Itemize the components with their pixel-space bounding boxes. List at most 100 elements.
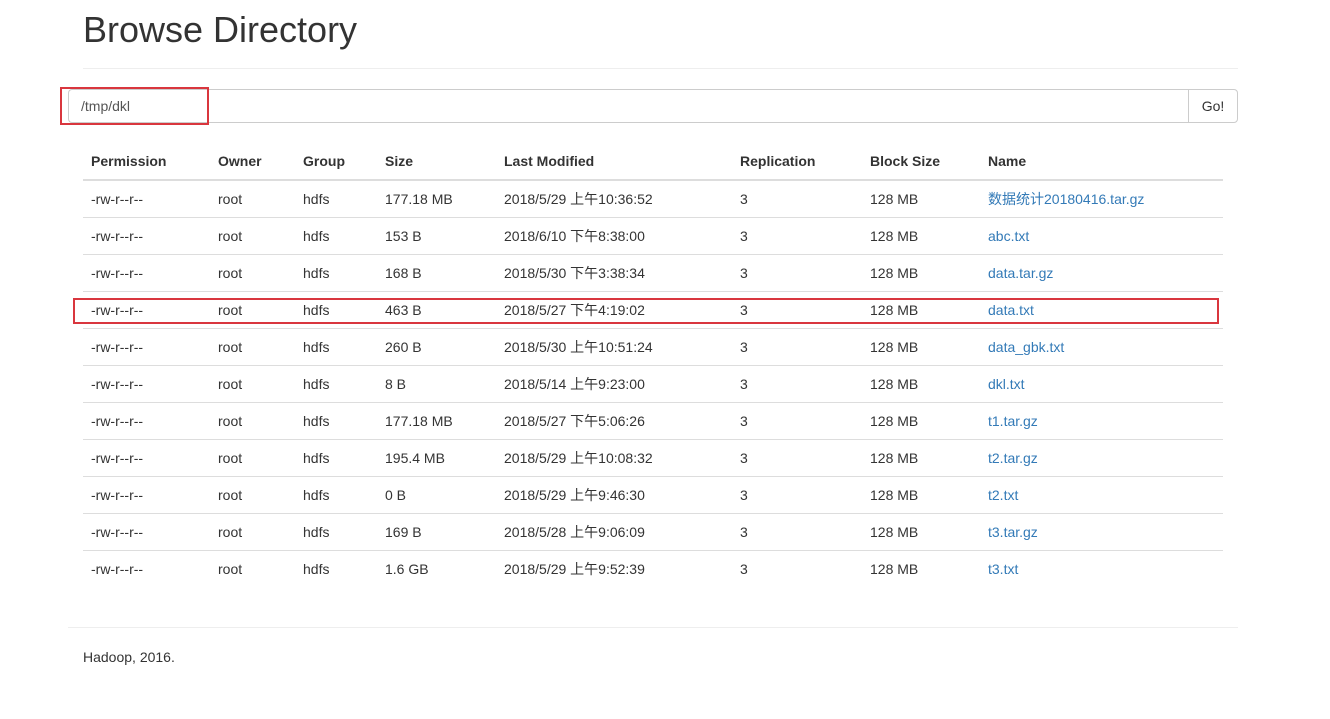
file-name-link[interactable]: data.tar.gz: [988, 265, 1053, 281]
table-row: -rw-r--r-- root hdfs 1.6 GB 2018/5/29 上午9:52…: [83, 550, 1223, 587]
table-row: -rw-r--r-- root hdfs 153 B 2018/6/10 下午8:38:…: [83, 217, 1223, 255]
cell-owner: root: [210, 254, 295, 292]
cell-group: hdfs: [295, 254, 377, 292]
table-row: -rw-r--r-- root hdfs 8 B 2018/5/14 上午9:23:00…: [83, 365, 1223, 403]
cell-last-modified: 2018/5/27 下午4:19:02: [496, 291, 732, 329]
table-row: -rw-r--r-- root hdfs 168 B 2018/5/30 下午3:38:…: [83, 254, 1223, 292]
header-last-modified[interactable]: Last Modified: [496, 142, 732, 181]
cell-owner: root: [210, 217, 295, 255]
header-group[interactable]: Group: [295, 142, 377, 181]
path-input[interactable]: [68, 89, 1188, 123]
cell-permission: -rw-r--r--: [83, 550, 210, 587]
cell-name: data_gbk.txt: [980, 328, 1223, 366]
cell-group: hdfs: [295, 476, 377, 514]
cell-last-modified: 2018/6/10 下午8:38:00: [496, 217, 732, 255]
page-title: Browse Directory: [83, 9, 358, 50]
cell-name: data.txt: [980, 291, 1223, 329]
cell-name: dkl.txt: [980, 365, 1223, 403]
cell-owner: root: [210, 439, 295, 477]
cell-permission: -rw-r--r--: [83, 476, 210, 514]
file-name-link[interactable]: t3.txt: [988, 561, 1018, 577]
header-size[interactable]: Size: [377, 142, 496, 181]
cell-last-modified: 2018/5/28 上午9:06:09: [496, 513, 732, 551]
cell-group: hdfs: [295, 550, 377, 587]
cell-owner: root: [210, 513, 295, 551]
header-block-size[interactable]: Block Size: [862, 142, 980, 181]
go-button[interactable]: Go!: [1188, 89, 1238, 123]
cell-last-modified: 2018/5/29 上午10:36:52: [504, 191, 653, 207]
cell-name: t1.tar.gz: [980, 402, 1223, 440]
cell-last-modified: 2018/5/14 上午9:23:00: [496, 365, 732, 403]
title-divider: [83, 68, 1238, 69]
table-row: -rw-r--r-- root hdfs 260 B 2018/5/30 上午10:51…: [83, 328, 1223, 366]
cell-block-size: 128 MB: [862, 439, 980, 477]
cell-owner: root: [210, 291, 295, 329]
cell-last-modified: 2018/5/29 上午9:46:30: [496, 476, 732, 514]
table-row: -rw-r--r-- root hdfs 463 B 2018/5/27 下午4:19:…: [83, 291, 1223, 329]
cell-size: 177.18 MB: [377, 402, 496, 440]
file-name-link[interactable]: t3.tar.gz: [988, 524, 1038, 540]
cell-replication: 3: [732, 550, 862, 587]
footer-text: Hadoop, 2016.: [83, 649, 175, 665]
cell-size: 8 B: [377, 365, 496, 403]
cell-size: 169 B: [377, 513, 496, 551]
file-name-link[interactable]: 数据统计20180416.tar.gz: [988, 191, 1144, 207]
cell-replication: 3: [732, 365, 862, 403]
table-header-row: Permission Owner Group Size Last Modifie…: [83, 142, 1223, 181]
header-name[interactable]: Name: [980, 142, 1223, 181]
cell-permission: -rw-r--r--: [83, 217, 210, 255]
cell-owner: root: [210, 365, 295, 403]
cell-replication: 3: [732, 439, 862, 477]
cell-last-modified: 2018/5/27 下午5:06:26: [496, 402, 732, 440]
table-row: -rw-r--r-- root hdfs 0 B 2018/5/29 上午9:46:30…: [83, 476, 1223, 514]
cell-owner: root: [210, 476, 295, 514]
cell-block-size: 128 MB: [862, 291, 980, 329]
cell-last-modified: 2018/5/29 上午9:52:39: [496, 550, 732, 587]
cell-name: t3.tar.gz: [980, 513, 1223, 551]
cell-size: 1.6 GB: [377, 550, 496, 587]
header-replication[interactable]: Replication: [732, 142, 862, 181]
file-name-link[interactable]: dkl.txt: [988, 376, 1025, 392]
cell-group: hdfs: [295, 402, 377, 440]
directory-table: Permission Owner Group Size Last Modifie…: [83, 142, 1223, 587]
cell-owner: root: [210, 402, 295, 440]
file-name-link[interactable]: data.txt: [988, 302, 1034, 318]
header-permission[interactable]: Permission: [83, 142, 210, 181]
cell-block-size: 128 MB: [862, 476, 980, 514]
cell-size: 0 B: [377, 476, 496, 514]
cell-block-size: 128 MB: [862, 550, 980, 587]
file-name-link[interactable]: t2.txt: [988, 487, 1018, 503]
cell-block-size: 128 MB: [862, 365, 980, 403]
cell-block-size: 128 MB: [862, 254, 980, 292]
cell-replication: 3: [732, 402, 862, 440]
cell-group: hdfs: [295, 217, 377, 255]
cell-block-size: 128 MB: [862, 328, 980, 366]
table-row: -rw-r--r-- root hdfs 177.18 MB 2018/5/27 下午5…: [83, 402, 1223, 440]
cell-permission: -rw-r--r--: [83, 254, 210, 292]
cell-size: 195.4 MB: [377, 439, 496, 477]
cell-permission: -rw-r--r--: [83, 439, 210, 477]
file-name-link[interactable]: t2.tar.gz: [988, 450, 1038, 466]
cell-block-size: 128 MB: [862, 402, 980, 440]
cell-name: abc.txt: [980, 217, 1223, 255]
cell-block-size: 128 MB: [862, 217, 980, 255]
cell-permission: -rw-r--r--: [83, 328, 210, 366]
cell-group: hdfs: [295, 328, 377, 366]
cell-permission: -rw-r--r--: [91, 191, 144, 207]
cell-size: 168 B: [377, 254, 496, 292]
footer-divider: [68, 627, 1238, 628]
cell-size: 260 B: [377, 328, 496, 366]
file-name-link[interactable]: data_gbk.txt: [988, 339, 1064, 355]
header-owner[interactable]: Owner: [210, 142, 295, 181]
cell-last-modified: 2018/5/29 上午10:08:32: [496, 439, 732, 477]
cell-group: hdfs: [295, 291, 377, 329]
cell-name: t3.txt: [980, 550, 1223, 587]
cell-replication: 3: [732, 291, 862, 329]
cell-owner: root: [218, 191, 243, 207]
file-name-link[interactable]: abc.txt: [988, 228, 1029, 244]
file-name-link[interactable]: t1.tar.gz: [988, 413, 1038, 429]
cell-replication: 3: [732, 328, 862, 366]
cell-permission: -rw-r--r--: [83, 291, 210, 329]
cell-group: hdfs: [303, 191, 330, 207]
cell-block-size: 128 MB: [870, 191, 919, 207]
